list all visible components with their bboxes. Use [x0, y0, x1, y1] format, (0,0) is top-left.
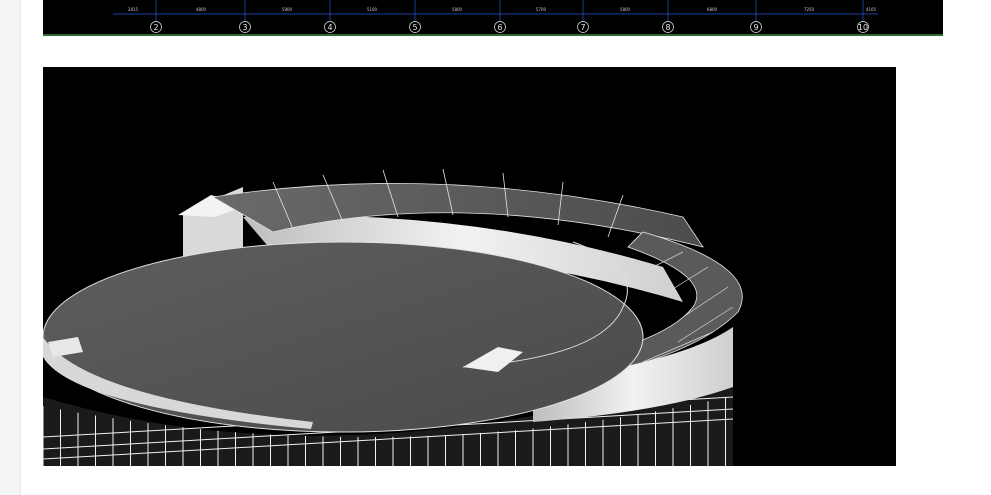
cad-ground-line [43, 34, 943, 36]
dimension-label: 5100 [367, 7, 378, 12]
dimension-label: 5800 [452, 7, 463, 12]
dimension-label: 4800 [196, 7, 207, 12]
cad-elevation-drawing: 2815 4800 5800 5100 5800 5700 5800 6800 7250 4165… [43, 0, 943, 36]
axis-label: 3 [242, 23, 247, 32]
axis-label: 6 [497, 23, 502, 32]
dimension-label: 6800 [707, 7, 718, 12]
dimension-label: 4165 [866, 7, 877, 12]
left-gutter [0, 0, 20, 495]
axis-label: 7 [580, 23, 585, 32]
axis-label: 2 [153, 23, 158, 32]
axis-label: 4 [327, 23, 332, 32]
gutter-divider [20, 0, 21, 495]
main-roof [43, 241, 644, 433]
axis-label: 5 [412, 23, 417, 32]
dimension-label: 5700 [536, 7, 547, 12]
building-3d-render [43, 67, 896, 466]
dimension-label: 5800 [282, 7, 293, 12]
dimension-label: 7250 [804, 7, 815, 12]
axis-label: 8 [665, 23, 670, 32]
axis-label: 9 [753, 23, 758, 32]
axis-label: 10 [858, 23, 868, 32]
dimension-label: 2815 [128, 7, 139, 12]
dimension-label: 5800 [620, 7, 631, 12]
